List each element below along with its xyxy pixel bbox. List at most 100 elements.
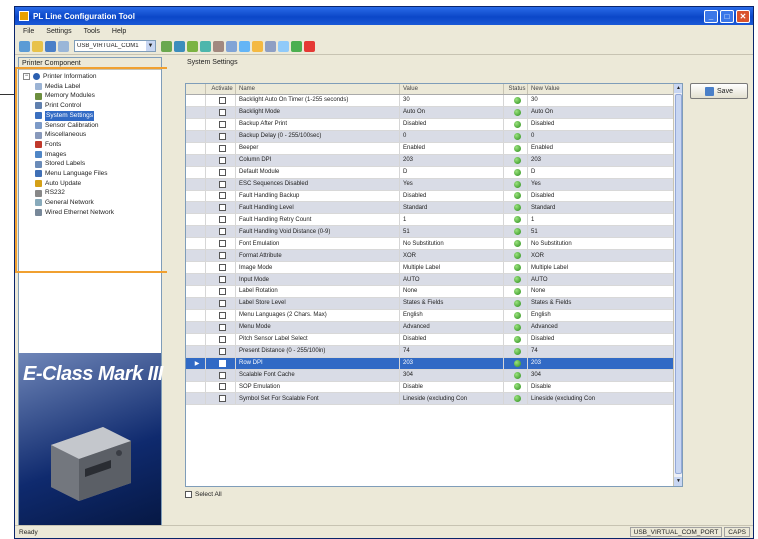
activate-checkbox[interactable] xyxy=(218,240,226,248)
scroll-down-icon[interactable]: ▼ xyxy=(674,477,682,486)
table-row[interactable]: Image Mode Multiple Label Multiple Label xyxy=(186,262,682,275)
table-row[interactable]: Backlight Auto On Timer (1-255 seconds) 3… xyxy=(186,95,682,107)
chevron-down-icon[interactable]: ▼ xyxy=(146,41,155,51)
table-row[interactable]: Symbol Set For Scalable Font Lineside (ex… xyxy=(186,393,682,406)
menu-tools[interactable]: Tools xyxy=(84,28,100,35)
send-icon[interactable] xyxy=(187,40,198,52)
new-value-cell[interactable]: Lineside (excluding Con xyxy=(528,393,676,405)
tree-item-general-network[interactable]: General Network xyxy=(23,198,157,208)
new-value-cell[interactable]: Advanced xyxy=(528,321,676,333)
new-value-cell[interactable]: Yes xyxy=(528,178,676,190)
table-row[interactable]: Backup After Print Disabled Disabled xyxy=(186,118,682,131)
scroll-thumb[interactable] xyxy=(675,94,682,474)
activate-checkbox[interactable] xyxy=(218,228,226,236)
new-value-cell[interactable]: 51 xyxy=(528,226,676,238)
new-value-cell[interactable]: Auto On xyxy=(528,106,676,118)
config-icon[interactable] xyxy=(226,40,237,52)
select-all-checkbox[interactable]: Select All xyxy=(185,491,222,498)
activate-checkbox[interactable] xyxy=(218,132,226,140)
tree-item-auto-update[interactable]: Auto Update xyxy=(23,179,157,189)
activate-checkbox[interactable] xyxy=(218,96,226,104)
print-icon[interactable] xyxy=(265,40,276,52)
port-select[interactable]: USB_VIRTUAL_COM1 ▼ xyxy=(74,40,156,52)
ok-icon[interactable] xyxy=(291,40,302,52)
download-icon[interactable] xyxy=(200,40,211,52)
header-status[interactable]: Status xyxy=(504,84,528,94)
tree-item-sensor-calibration[interactable]: Sensor Calibration xyxy=(23,121,157,131)
tree-item-miscellaneous[interactable]: Miscellaneous xyxy=(23,130,157,140)
table-row[interactable]: Fault Handling Retry Count 1 1 xyxy=(186,214,682,227)
activate-checkbox[interactable] xyxy=(218,168,226,176)
tree-item-stored-labels[interactable]: Stored Labels xyxy=(23,159,157,169)
new-value-cell[interactable]: States & Fields xyxy=(528,297,676,309)
header-name[interactable]: Name xyxy=(236,84,400,94)
tree-item-fonts[interactable]: Fonts xyxy=(23,140,157,150)
new-value-cell[interactable]: Standard xyxy=(528,202,676,214)
new-value-cell[interactable]: 203 xyxy=(528,357,676,369)
tree-item-system-settings[interactable]: System Settings xyxy=(23,110,157,121)
new-value-cell[interactable]: 203 xyxy=(528,154,676,166)
new-value-cell[interactable]: Disabled xyxy=(528,190,676,202)
select-all-box[interactable] xyxy=(185,491,192,498)
activate-checkbox[interactable] xyxy=(218,120,226,128)
tree-item-memory-modules[interactable]: Memory Modules xyxy=(23,91,157,101)
new-value-cell[interactable]: None xyxy=(528,286,676,297)
menu-help[interactable]: Help xyxy=(112,28,126,35)
table-row[interactable]: Fault Handling Backup Disabled Disabled xyxy=(186,190,682,203)
table-row[interactable]: Default Module D D xyxy=(186,166,682,179)
table-row[interactable]: Label Store Level States & Fields States &… xyxy=(186,297,682,310)
maximize-button[interactable]: □ xyxy=(720,9,734,23)
table-row[interactable]: Backup Delay (0 - 255/100sec) 0 0 xyxy=(186,130,682,143)
minimize-button[interactable]: _ xyxy=(704,9,718,23)
table-row[interactable]: Backlight Mode Auto On Auto On xyxy=(186,106,682,119)
table-row[interactable]: Beeper Enabled Enabled xyxy=(186,142,682,155)
table-row[interactable]: SOP Emulation Disable Disable xyxy=(186,381,682,394)
new-value-cell[interactable]: AUTO xyxy=(528,274,676,285)
table-row[interactable]: Pitch Sensor Label Select Disabled Disable… xyxy=(186,333,682,346)
new-value-cell[interactable]: English xyxy=(528,309,676,321)
activate-checkbox[interactable] xyxy=(218,264,226,272)
activate-checkbox[interactable] xyxy=(218,347,226,355)
activate-checkbox[interactable] xyxy=(218,252,226,260)
activate-checkbox[interactable] xyxy=(218,311,226,319)
new-value-cell[interactable]: Disabled xyxy=(528,333,676,345)
menu-file[interactable]: File xyxy=(23,28,34,35)
activate-checkbox[interactable] xyxy=(218,359,226,367)
menu-settings[interactable]: Settings xyxy=(46,28,71,35)
activate-checkbox[interactable] xyxy=(218,335,226,343)
query-icon[interactable] xyxy=(239,40,250,52)
activate-checkbox[interactable] xyxy=(218,180,226,188)
grid-scrollbar[interactable]: ▲ ▼ xyxy=(673,84,682,486)
header-new-value[interactable]: New Value xyxy=(528,84,676,94)
activate-checkbox[interactable] xyxy=(218,276,226,284)
collapse-icon[interactable]: − xyxy=(23,73,30,81)
table-row[interactable]: Menu Mode Advanced Advanced xyxy=(186,321,682,334)
new-value-cell[interactable]: Multiple Label xyxy=(528,262,676,274)
open-icon[interactable] xyxy=(32,40,43,52)
activate-checkbox[interactable] xyxy=(218,323,226,331)
new-value-cell[interactable]: D xyxy=(528,166,676,178)
new-value-cell[interactable]: 304 xyxy=(528,369,676,381)
new-value-cell[interactable]: Enabled xyxy=(528,142,676,154)
upload-icon[interactable] xyxy=(213,40,224,52)
save-button[interactable]: Save xyxy=(690,83,748,99)
activate-checkbox[interactable] xyxy=(218,383,226,391)
activate-checkbox[interactable] xyxy=(218,216,226,224)
activate-checkbox[interactable] xyxy=(218,287,226,295)
tree-item-media-label[interactable]: Media Label xyxy=(23,82,157,92)
table-row[interactable]: Format Attribute XOR XOR xyxy=(186,250,682,263)
table-row[interactable]: ▶ Row DPI 203 203 xyxy=(186,357,682,370)
table-row[interactable]: Menu Languages (2 Chars. Max) English Engl… xyxy=(186,309,682,322)
wizard-icon[interactable] xyxy=(252,40,263,52)
activate-checkbox[interactable] xyxy=(218,204,226,212)
tree-item-images[interactable]: Images xyxy=(23,150,157,160)
activate-checkbox[interactable] xyxy=(218,144,226,152)
tree-item-menu-language[interactable]: Menu Language Files xyxy=(23,169,157,179)
stop-icon[interactable] xyxy=(304,40,315,52)
tree-item-rs232[interactable]: RS232 xyxy=(23,188,157,198)
header-value[interactable]: Value xyxy=(400,84,504,94)
activate-checkbox[interactable] xyxy=(218,395,226,403)
tree-item-wired-ethernet[interactable]: Wired Ethernet Network xyxy=(23,208,157,218)
new-value-cell[interactable]: 0 xyxy=(528,130,676,142)
table-row[interactable]: Input Mode AUTO AUTO xyxy=(186,274,682,286)
